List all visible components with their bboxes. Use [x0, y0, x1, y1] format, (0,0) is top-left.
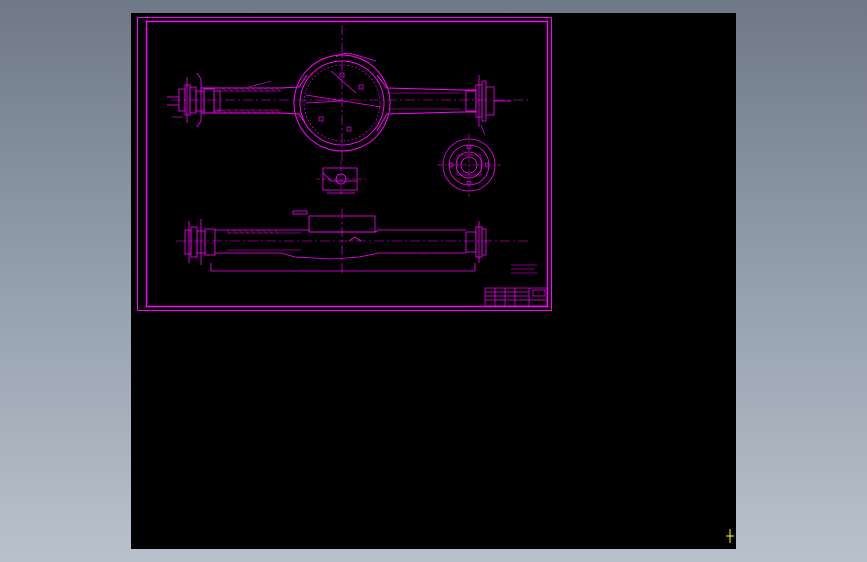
section-view-a — [316, 161, 365, 197]
top-view — [167, 25, 529, 161]
left-tube-outline — [201, 74, 308, 127]
right-tube-outline — [376, 74, 476, 132]
right-flange — [465, 75, 511, 127]
title-block — [484, 287, 548, 307]
flange-end-view — [437, 133, 501, 197]
axle-housing-drawing — [137, 17, 552, 311]
sheet-inner-border — [145, 20, 549, 308]
crosshair-cursor-icon — [726, 529, 734, 543]
technical-notes — [511, 264, 537, 274]
front-view — [176, 209, 529, 275]
model-space-viewport[interactable] — [131, 13, 736, 549]
